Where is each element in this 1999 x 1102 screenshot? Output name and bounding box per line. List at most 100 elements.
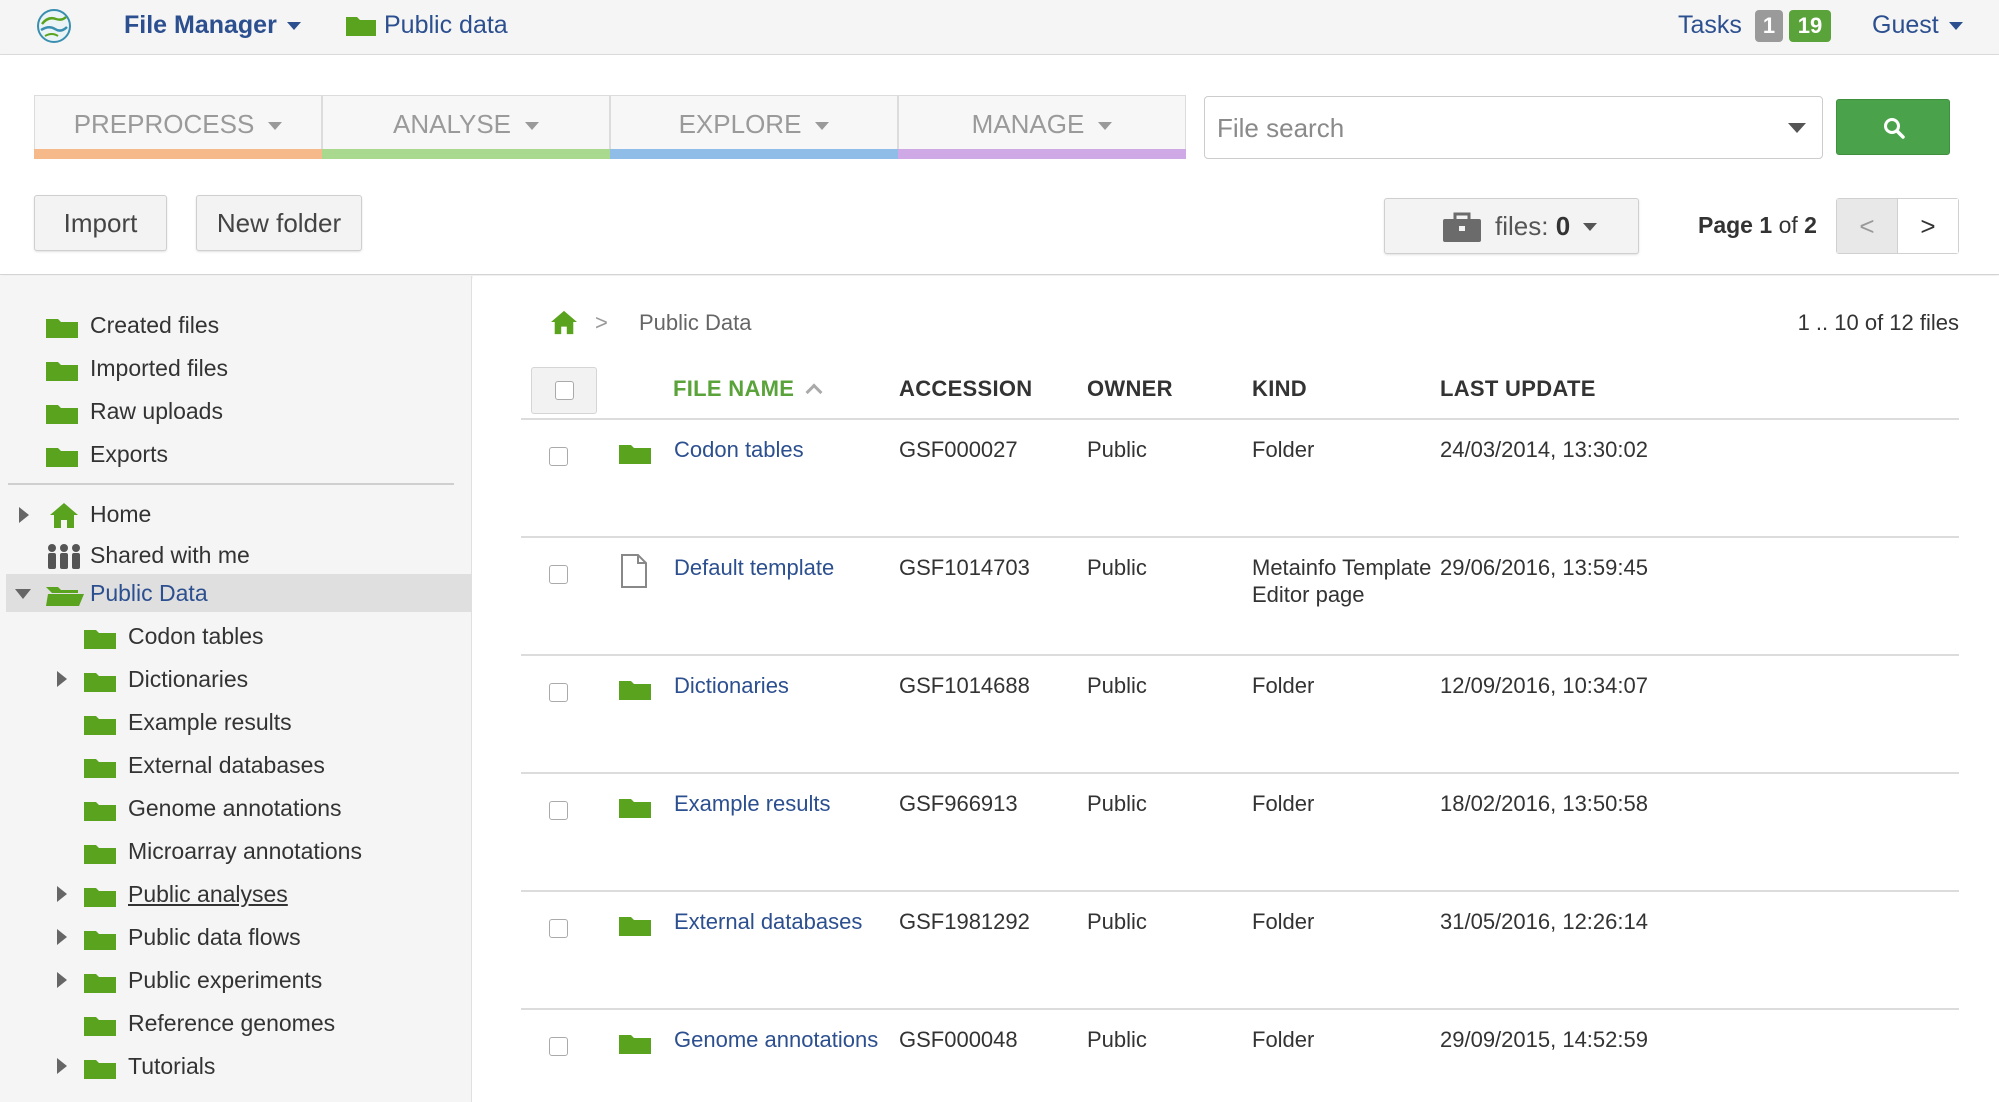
row-checkbox[interactable] <box>549 919 568 938</box>
last-update-cell: 24/03/2014, 13:30:02 <box>1440 437 1648 462</box>
import-button[interactable]: Import <box>34 195 167 251</box>
breadcrumb-current: Public Data <box>639 310 752 335</box>
row-checkbox[interactable] <box>549 1037 568 1056</box>
chevron-down-icon <box>815 122 830 131</box>
clipboard-files-button[interactable]: files: 0 <box>1384 198 1639 254</box>
expand-arrow-icon[interactable] <box>57 1058 67 1074</box>
checkbox <box>555 381 574 400</box>
select-all-checkbox[interactable] <box>531 367 597 414</box>
table-row[interactable]: Dictionaries GSF1014688 Public Folder 12… <box>521 656 1959 774</box>
sidebar-item-label: Raw uploads <box>90 398 223 424</box>
row-checkbox[interactable] <box>549 447 568 466</box>
sidebar-item-example-results[interactable]: Example results <box>84 705 464 739</box>
column-accession[interactable]: ACCESSION <box>899 372 1033 406</box>
previous-page-button[interactable]: < <box>1837 199 1898 253</box>
sidebar-item-public-analyses[interactable]: Public analyses <box>84 877 464 911</box>
file-manager-menu[interactable]: File Manager <box>124 8 301 42</box>
sidebar-item-label: Shared with me <box>90 542 250 568</box>
row-checkbox[interactable] <box>549 683 568 702</box>
home-icon[interactable] <box>549 309 579 335</box>
column-owner[interactable]: OWNER <box>1087 372 1173 406</box>
column-last-update[interactable]: LAST UPDATE <box>1440 372 1596 406</box>
app-logo-icon[interactable] <box>34 6 74 46</box>
menu-analyse[interactable]: ANALYSE <box>322 95 610 159</box>
main-menu: PREPROCESS ANALYSE EXPLORE MANAGE <box>34 95 1186 159</box>
column-kind[interactable]: KIND <box>1252 372 1307 406</box>
row-checkbox[interactable] <box>549 565 568 584</box>
search-icon <box>1884 118 1905 139</box>
sidebar-item-codon-tables[interactable]: Codon tables <box>84 619 464 653</box>
menu-explore-label: EXPLORE <box>678 109 802 139</box>
user-menu[interactable]: Guest <box>1872 8 1963 42</box>
file-name-link[interactable]: Dictionaries <box>674 672 789 699</box>
table-row[interactable]: External databases GSF1981292 Public Fol… <box>521 892 1959 1010</box>
tasks-done-badge[interactable]: 19 <box>1789 10 1831 42</box>
folder-icon <box>619 681 651 700</box>
column-file-name-label: FILE NAME <box>673 376 795 401</box>
menu-analyse-label: ANALYSE <box>392 109 511 139</box>
sidebar-item-public-experiments[interactable]: Public experiments <box>84 963 464 997</box>
chevron-down-icon <box>268 122 283 131</box>
folder-icon <box>619 445 651 464</box>
toolbar: PREPROCESS ANALYSE EXPLORE MANAGE Import… <box>0 55 1999 275</box>
sidebar-item-genome-annotations[interactable]: Genome annotations <box>84 791 464 825</box>
page-indicator: Page 1 of 2 <box>1698 205 1817 245</box>
file-name-link[interactable]: Example results <box>674 790 831 817</box>
collapse-arrow-icon[interactable] <box>15 589 31 599</box>
sidebar-item-tutorials[interactable]: Tutorials <box>84 1049 464 1083</box>
chevron-down-icon <box>1098 122 1113 131</box>
table-row[interactable]: Codon tables GSF000027 Public Folder 24/… <box>521 420 1959 538</box>
sidebar-item-microarray-annotations[interactable]: Microarray annotations <box>84 834 464 868</box>
table-row[interactable]: Genome annotations GSF000048 Public Fold… <box>521 1010 1959 1102</box>
file-name-link[interactable]: External databases <box>674 908 862 935</box>
sidebar-item-created-files[interactable]: Created files <box>46 308 446 342</box>
row-checkbox[interactable] <box>549 801 568 820</box>
app-title: File Manager <box>124 11 277 39</box>
sidebar-item-home[interactable]: Home <box>46 497 446 531</box>
folder-icon <box>84 716 116 735</box>
file-name-link[interactable]: Codon tables <box>674 436 804 463</box>
sidebar-item-public-data-flows[interactable]: Public data flows <box>84 920 464 954</box>
next-page-button[interactable]: > <box>1898 199 1958 253</box>
folder-icon <box>46 319 78 338</box>
sidebar-item-dictionaries[interactable]: Dictionaries <box>84 662 464 696</box>
file-name-link[interactable]: Default template <box>674 554 834 581</box>
table-row[interactable]: Default template GSF1014703 Public Metai… <box>521 538 1959 656</box>
file-name-link[interactable]: Genome annotations <box>674 1026 878 1053</box>
expand-arrow-icon[interactable] <box>57 886 67 902</box>
sidebar-item-label: Genome annotations <box>128 795 342 821</box>
page-of: of <box>1778 212 1798 238</box>
folder-icon <box>84 974 116 993</box>
last-update-cell: 31/05/2016, 12:26:14 <box>1440 909 1648 934</box>
menu-preprocess[interactable]: PREPROCESS <box>34 95 322 159</box>
sidebar-item-reference-genomes[interactable]: Reference genomes <box>84 1006 464 1040</box>
sidebar-item-raw-uploads[interactable]: Raw uploads <box>46 394 446 428</box>
home-icon <box>50 503 78 528</box>
sidebar-item-shared-with-me[interactable]: Shared with me <box>46 538 446 572</box>
sidebar-item-imported-files[interactable]: Imported files <box>46 351 446 385</box>
table-row[interactable]: Example results GSF966913 Public Folder … <box>521 774 1959 892</box>
search-button[interactable] <box>1836 99 1950 155</box>
expand-arrow-icon[interactable] <box>57 929 67 945</box>
sidebar-item-label: Dictionaries <box>128 666 249 692</box>
column-file-name[interactable]: FILE NAME <box>673 372 823 406</box>
menu-manage[interactable]: MANAGE <box>898 95 1186 159</box>
open-folder-icon <box>46 587 84 606</box>
file-search-input[interactable] <box>1217 107 1757 149</box>
tasks-running-badge[interactable]: 1 <box>1755 10 1783 42</box>
top-bar: File Manager Public data Tasks 1 19 Gues… <box>0 0 1999 55</box>
sidebar-item-label: External databases <box>128 752 325 778</box>
expand-arrow-icon[interactable] <box>57 972 67 988</box>
expand-arrow-icon[interactable] <box>19 507 29 523</box>
search-dropdown-icon[interactable] <box>1788 123 1806 133</box>
top-breadcrumb[interactable]: Public data <box>346 8 508 42</box>
new-folder-button[interactable]: New folder <box>196 195 362 251</box>
menu-explore[interactable]: EXPLORE <box>610 95 898 159</box>
sidebar-item-exports[interactable]: Exports <box>46 437 446 471</box>
sidebar-item-external-databases[interactable]: External databases <box>84 748 464 782</box>
expand-arrow-icon[interactable] <box>57 671 67 687</box>
folder-icon <box>46 362 78 381</box>
sidebar-item-public-data[interactable]: Public Data <box>46 576 446 610</box>
tasks-link[interactable]: Tasks <box>1678 8 1742 42</box>
folder-icon <box>84 802 116 821</box>
